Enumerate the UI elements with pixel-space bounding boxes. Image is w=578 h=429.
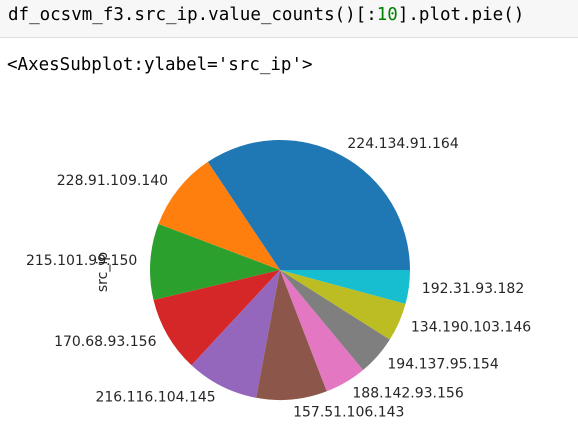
pie-label-228-91-109-140: 228.91.109.140 <box>57 173 168 189</box>
pie-label-215-101-99-150: 215.101.99.150 <box>26 253 137 269</box>
pie-label-192-31-93-182: 192.31.93.182 <box>422 281 524 297</box>
pie-label-157-51-106-143: 157.51.106.143 <box>293 404 404 420</box>
pie-label-224-134-91-164: 224.134.91.164 <box>347 136 458 152</box>
pie-slices <box>150 140 410 400</box>
y-axis-label: src_ip <box>95 252 111 292</box>
pie-label-194-137-95-154: 194.137.95.154 <box>387 356 498 372</box>
pie-label-170-68-93-156: 170.68.93.156 <box>54 334 157 350</box>
pie-label-188-142-93-156: 188.142.93.156 <box>352 385 463 401</box>
pie-chart: 224.134.91.164 228.91.109.140 215.101.99.1… <box>26 136 531 421</box>
pie-label-216-116-104-145: 216.116.104.145 <box>95 390 215 406</box>
pie-label-134-190-103-146: 134.190.103.146 <box>411 320 531 336</box>
